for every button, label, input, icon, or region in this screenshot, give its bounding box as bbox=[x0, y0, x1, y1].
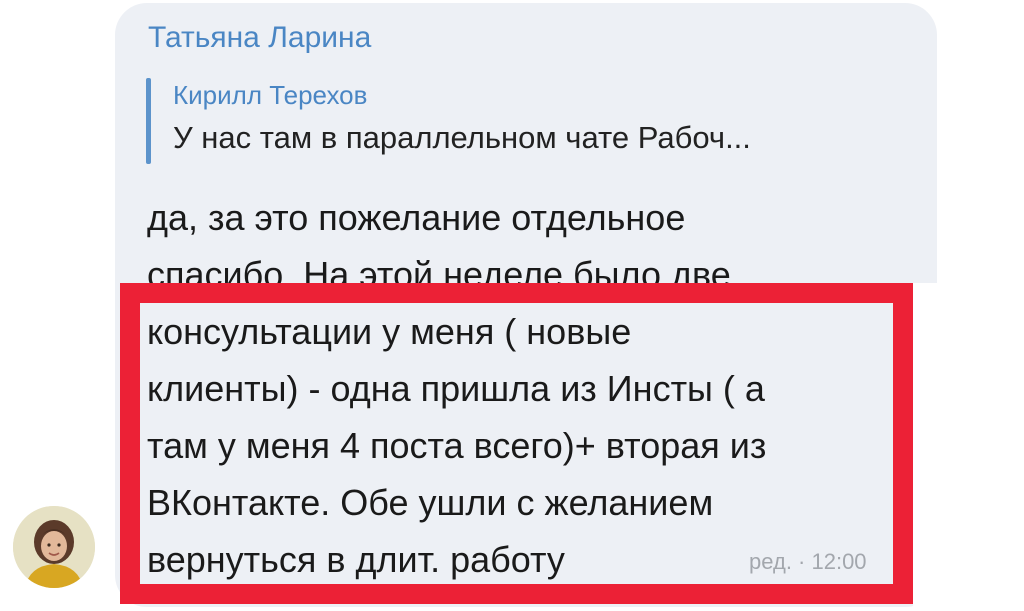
message-line: спасибо. На этой неделе было две bbox=[147, 254, 731, 295]
message-line: там у меня 4 поста всего)+ вторая из bbox=[147, 425, 767, 466]
reply-quote-bar bbox=[146, 78, 151, 164]
message-text: да, за это пожелание отдельное спасибо. … bbox=[147, 189, 907, 609]
message-line: ВКонтакте. Обе ушли с желанием bbox=[147, 482, 714, 523]
reply-preview-text[interactable]: У нас там в параллельном чате Рабоч... bbox=[173, 117, 751, 159]
sender-avatar[interactable] bbox=[13, 506, 95, 588]
message-line: клиенты) - одна пришла из Инсты ( а bbox=[147, 368, 765, 409]
message-line: консультации у меня ( новые bbox=[147, 311, 632, 352]
message-line: да, за это пожелание отдельное bbox=[147, 197, 686, 238]
avatar-photo bbox=[13, 506, 95, 588]
reply-author[interactable]: Кирилл Терехов bbox=[173, 78, 367, 112]
sender-name[interactable]: Татьяна Ларина bbox=[148, 18, 371, 58]
crop-cover bbox=[913, 283, 1024, 611]
message-edited-time: ред. · 12:00 bbox=[749, 549, 867, 574]
